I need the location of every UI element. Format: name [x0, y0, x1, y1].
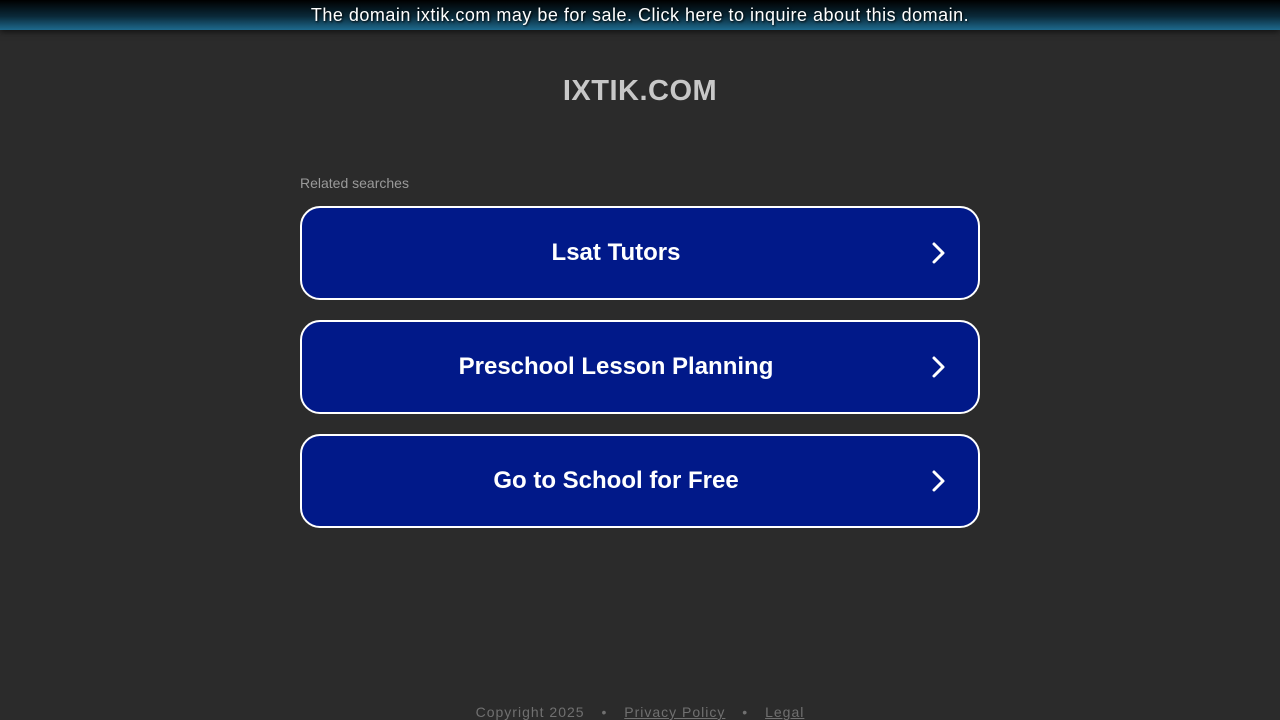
related-search-label: Go to School for Free [493, 467, 739, 494]
related-searches-list: Lsat Tutors Preschool Lesson Planning Go… [300, 206, 980, 548]
copyright-text: Copyright 2025 [475, 704, 585, 720]
related-search-label: Lsat Tutors [551, 239, 681, 266]
privacy-policy-link[interactable]: Privacy Policy [624, 704, 725, 720]
related-search-preschool-lesson-planning-button[interactable]: Preschool Lesson Planning [300, 320, 980, 414]
related-search-label: Preschool Lesson Planning [458, 353, 774, 380]
footer-separator: • [601, 704, 608, 720]
chevron-right-icon [932, 242, 945, 264]
domain-sale-banner[interactable]: The domain ixtik.com may be for sale. Cl… [0, 0, 1280, 30]
related-search-lsat-tutors-button[interactable]: Lsat Tutors [300, 206, 980, 300]
domain-sale-banner-text[interactable]: The domain ixtik.com may be for sale. Cl… [311, 5, 969, 26]
site-title: IXTIK.COM [562, 75, 718, 107]
chevron-right-icon [932, 470, 945, 492]
footer: Copyright 2025 • Privacy Policy • Legal [0, 704, 1280, 720]
chevron-right-icon [932, 356, 945, 378]
footer-separator: • [742, 704, 749, 720]
related-searches-label: Related searches [300, 175, 409, 191]
legal-link[interactable]: Legal [765, 704, 804, 720]
related-search-go-to-school-for-free-button[interactable]: Go to School for Free [300, 434, 980, 528]
